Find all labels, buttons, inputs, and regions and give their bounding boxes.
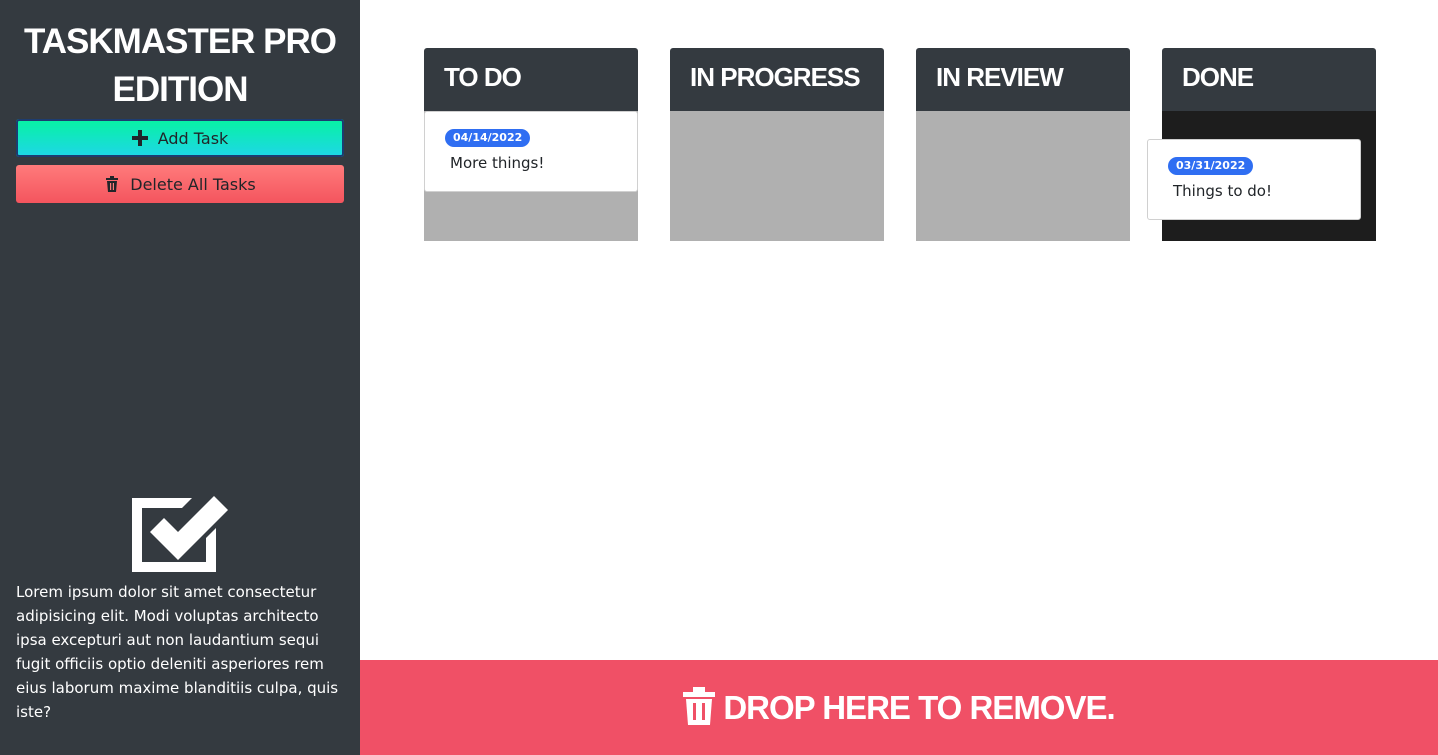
column-dropzone[interactable]: 03/31/2022 Things to do! (1147, 111, 1376, 241)
column-dropzone[interactable] (670, 111, 884, 241)
column-to-do: TO DO 04/14/2022 More things! (424, 48, 638, 241)
column-title: IN REVIEW (916, 48, 1130, 111)
app-title: TASKMASTER PRO EDITION (0, 18, 360, 114)
task-text: More things! (450, 154, 545, 172)
sidebar: TASKMASTER PRO EDITION Add Task Delete A… (0, 0, 360, 755)
task-card[interactable]: 04/14/2022 More things! (424, 111, 638, 192)
due-date-badge: 03/31/2022 (1168, 157, 1254, 175)
drop-zone-label: DROP HERE TO REMOVE. (723, 688, 1115, 726)
remove-drop-zone[interactable]: DROP HERE TO REMOVE. (360, 660, 1438, 755)
column-title: DONE (1162, 48, 1376, 111)
app-root: TASKMASTER PRO EDITION Add Task Delete A… (0, 0, 1438, 755)
sidebar-description: Lorem ipsum dolor sit amet consectetur a… (16, 583, 339, 721)
column-dropzone[interactable]: 04/14/2022 More things! (424, 111, 638, 241)
column-in-progress: IN PROGRESS (670, 48, 884, 241)
trash-icon (104, 176, 120, 192)
column-done: DONE 03/31/2022 Things to do! (1147, 48, 1376, 241)
due-date-badge: 04/14/2022 (445, 129, 531, 147)
app-title-line1: TASKMASTER PRO (23, 22, 337, 61)
add-task-button[interactable]: Add Task (16, 119, 344, 157)
delete-all-tasks-button[interactable]: Delete All Tasks (16, 165, 344, 203)
plus-icon (131, 130, 148, 146)
column-title: TO DO (424, 48, 638, 111)
task-text: Things to do! (1173, 182, 1272, 200)
delete-all-tasks-label: Delete All Tasks (130, 174, 256, 194)
column-title: IN PROGRESS (670, 48, 884, 111)
column-dropzone[interactable] (916, 111, 1130, 241)
trash-icon (683, 686, 716, 729)
task-card[interactable]: 03/31/2022 Things to do! (1147, 139, 1361, 220)
check-square-icon (130, 488, 230, 574)
add-task-label: Add Task (157, 128, 229, 148)
column-in-review: IN REVIEW (916, 48, 1130, 241)
app-title-line2: EDITION (112, 70, 249, 109)
